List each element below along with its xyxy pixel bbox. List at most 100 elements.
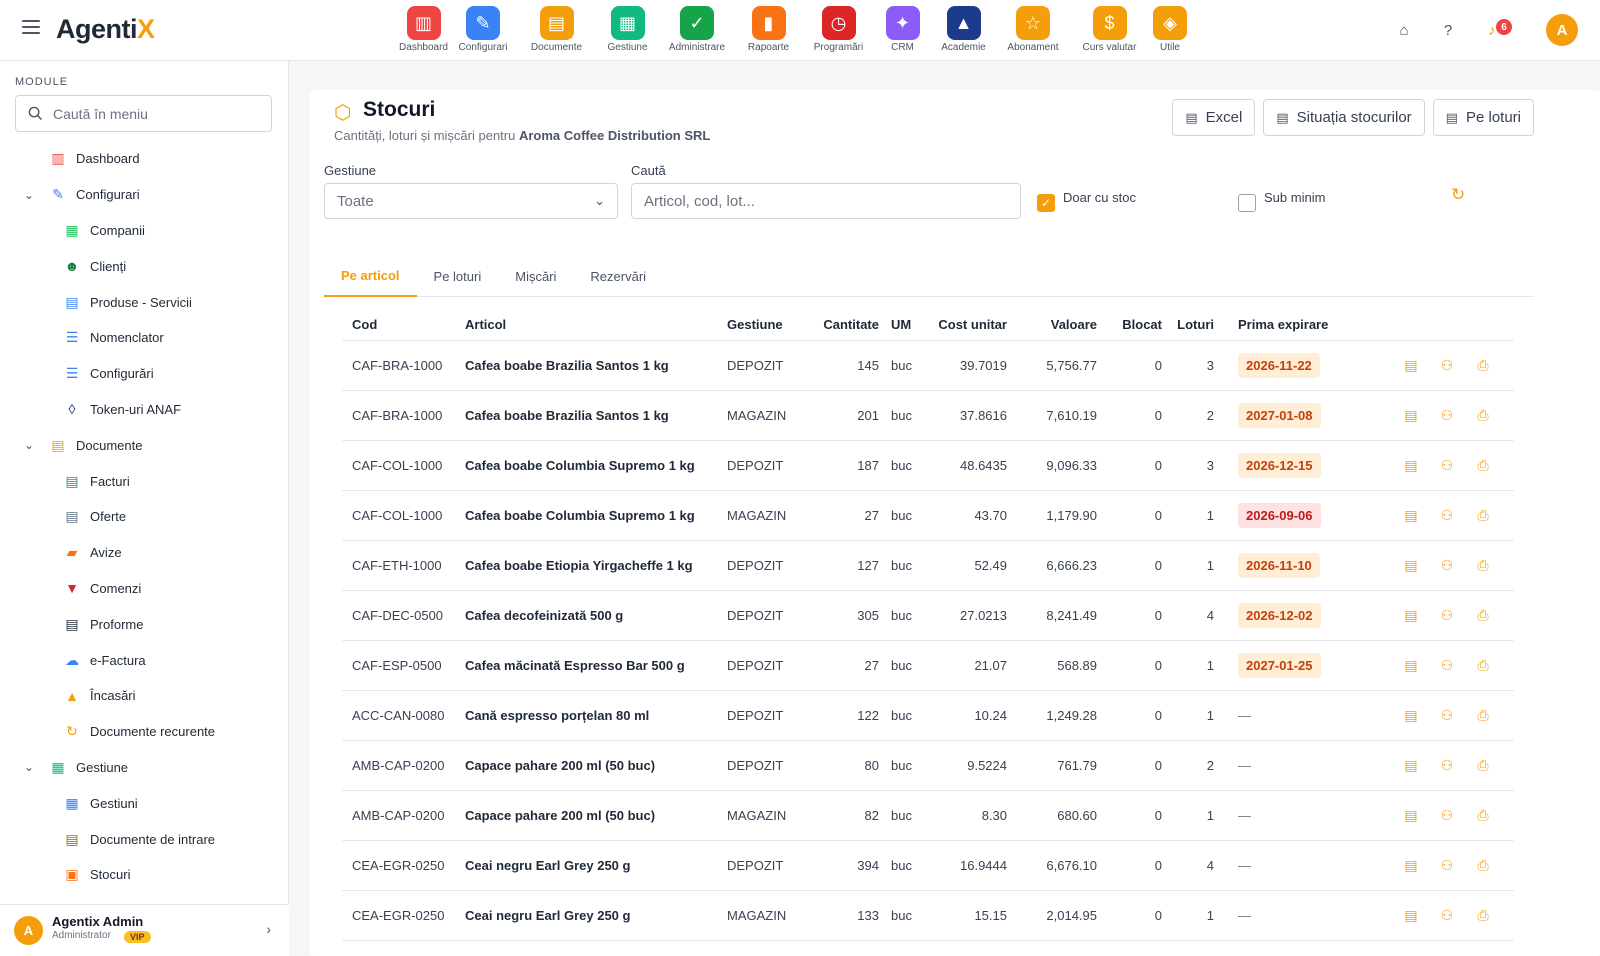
- chevron-down-icon[interactable]: ⌄: [24, 760, 34, 774]
- lots-tree-icon[interactable]: ⚇: [1438, 657, 1456, 674]
- print-icon[interactable]: ⎙: [1474, 607, 1492, 624]
- module-documente[interactable]: ▤ Documente: [521, 6, 592, 56]
- user-avatar[interactable]: A: [1546, 14, 1578, 46]
- help-icon[interactable]: ?: [1438, 20, 1458, 40]
- lots-tree-icon[interactable]: ⚇: [1438, 757, 1456, 774]
- sidebar-item-facturi[interactable]: ▤ Facturi: [0, 463, 289, 499]
- table-row[interactable]: CAF-BRA-1000 Cafea boabe Brazilia Santos …: [342, 390, 1514, 441]
- print-icon[interactable]: ⎙: [1474, 657, 1492, 674]
- sidebar-item-produse-servicii[interactable]: ▤ Produse - Servicii: [0, 284, 289, 320]
- table-row[interactable]: ACC-CAN-0080 Cană espresso porțelan 80 ml…: [342, 690, 1514, 741]
- sidebar-search-input[interactable]: [53, 105, 253, 122]
- print-icon[interactable]: ⎙: [1474, 857, 1492, 874]
- module-gestiune[interactable]: ▦ Gestiune: [596, 6, 659, 56]
- table-row[interactable]: CAF-DEC-0500 Cafea decofeinizată 500 g DEP…: [342, 590, 1514, 641]
- excel-button[interactable]: ▤ Excel: [1172, 99, 1256, 136]
- print-icon[interactable]: ⎙: [1474, 407, 1492, 424]
- sidebar-item-configurari[interactable]: ⌄ ✎ Configurari: [0, 177, 289, 213]
- home-icon[interactable]: ⌂: [1394, 20, 1414, 40]
- details-card-icon[interactable]: ▤: [1402, 757, 1420, 774]
- tab-mișcări[interactable]: Mișcări: [498, 255, 573, 297]
- col-valoare[interactable]: Valoare: [1007, 310, 1097, 341]
- sidebar-item-companii[interactable]: ▦ Companii: [0, 213, 289, 249]
- col-cost-unitar[interactable]: Cost unitar: [936, 310, 1007, 341]
- details-card-icon[interactable]: ▤: [1402, 657, 1420, 674]
- details-card-icon[interactable]: ▤: [1402, 357, 1420, 374]
- lots-tree-icon[interactable]: ⚇: [1438, 807, 1456, 824]
- module-dashboard[interactable]: ▥ Dashboard: [399, 6, 448, 56]
- below-min-checkbox[interactable]: [1238, 194, 1256, 212]
- sidebar-item-încasări[interactable]: ▲ Încasări: [0, 678, 289, 714]
- module-academie[interactable]: ▲ Academie: [934, 6, 993, 56]
- col-cantitate[interactable]: Cantitate: [819, 310, 879, 341]
- col-cod[interactable]: Cod: [342, 310, 465, 341]
- print-icon[interactable]: ⎙: [1474, 357, 1492, 374]
- module-curs-valutar[interactable]: $ Curs valutar: [1073, 6, 1146, 56]
- tab-pe-loturi[interactable]: Pe loturi: [417, 255, 499, 297]
- module-abonament[interactable]: ☆ Abonament: [997, 6, 1069, 56]
- details-card-icon[interactable]: ▤: [1402, 507, 1420, 524]
- lots-tree-icon[interactable]: ⚇: [1438, 857, 1456, 874]
- col-articol[interactable]: Articol: [465, 310, 727, 341]
- tab-rezervări[interactable]: Rezervări: [573, 255, 663, 297]
- brand-logo[interactable]: AgentiX: [56, 14, 155, 45]
- print-icon[interactable]: ⎙: [1474, 907, 1492, 924]
- details-card-icon[interactable]: ▤: [1402, 407, 1420, 424]
- refresh-icon[interactable]: ↻: [1451, 185, 1465, 205]
- module-utile[interactable]: ◈ Utile: [1150, 6, 1190, 56]
- sidebar-user-card[interactable]: A Agentix Admin Administrator VIP ›: [0, 904, 289, 956]
- col-blocat[interactable]: Blocat: [1097, 310, 1162, 341]
- print-icon[interactable]: ⎙: [1474, 557, 1492, 574]
- chevron-down-icon[interactable]: ⌄: [24, 438, 34, 452]
- table-row[interactable]: CAF-ETH-1000 Cafea boabe Etiopia Yirgache…: [342, 540, 1514, 591]
- table-row[interactable]: CAF-BRA-1000 Cafea boabe Brazilia Santos …: [342, 340, 1514, 391]
- tab-pe-articol[interactable]: Pe articol: [324, 255, 417, 297]
- bell-icon[interactable]: ♪ 6: [1482, 19, 1512, 40]
- module-crm[interactable]: ✦ CRM: [875, 6, 930, 56]
- stock-report-button[interactable]: ▤ Situația stocurilor: [1263, 99, 1425, 136]
- sidebar-item-documente-de-intrare[interactable]: ▤ Documente de intrare: [0, 821, 289, 857]
- lots-tree-icon[interactable]: ⚇: [1438, 907, 1456, 924]
- sidebar-item-documente[interactable]: ⌄ ▤ Documente: [0, 427, 289, 463]
- lots-tree-icon[interactable]: ⚇: [1438, 507, 1456, 524]
- table-row[interactable]: CEA-EGR-0250 Ceai negru Earl Grey 250 g MA…: [342, 890, 1514, 941]
- hamburger-menu-icon[interactable]: [22, 20, 40, 34]
- sidebar-item-stocuri[interactable]: ▣ Stocuri: [0, 857, 289, 893]
- print-icon[interactable]: ⎙: [1474, 507, 1492, 524]
- details-card-icon[interactable]: ▤: [1402, 557, 1420, 574]
- col-um[interactable]: UM: [879, 310, 936, 341]
- sidebar-item-configurări[interactable]: ☰ Configurări: [0, 356, 289, 392]
- sidebar-item-e-factura[interactable]: ☁ e-Factura: [0, 642, 289, 678]
- sidebar-item-documente-recurente[interactable]: ↻ Documente recurente: [0, 714, 289, 750]
- sidebar-item-avize[interactable]: ▰ Avize: [0, 535, 289, 571]
- lots-tree-icon[interactable]: ⚇: [1438, 407, 1456, 424]
- col-loturi[interactable]: Loturi: [1162, 310, 1214, 341]
- module-programări[interactable]: ◷ Programări: [806, 6, 871, 56]
- table-row[interactable]: CEA-EGR-0250 Ceai negru Earl Grey 250 g DE…: [342, 840, 1514, 891]
- sidebar-item-gestiune[interactable]: ⌄ ▦ Gestiune: [0, 750, 289, 786]
- print-icon[interactable]: ⎙: [1474, 757, 1492, 774]
- sidebar-item-token-uri-anaf[interactable]: ◊ Token-uri ANAF: [0, 392, 289, 428]
- chevron-down-icon[interactable]: ⌄: [24, 188, 34, 202]
- details-card-icon[interactable]: ▤: [1402, 607, 1420, 624]
- module-rapoarte[interactable]: ▮ Rapoarte: [735, 6, 802, 56]
- col-prima-expirare[interactable]: Prima expirare: [1214, 310, 1340, 341]
- sidebar-item-nomenclator[interactable]: ☰ Nomenclator: [0, 320, 289, 356]
- table-row[interactable]: CAF-COL-1000 Cafea boabe Columbia Supremo…: [342, 440, 1514, 491]
- table-row[interactable]: AMB-CAP-0200 Capace pahare 200 ml (50 buc…: [342, 740, 1514, 791]
- details-card-icon[interactable]: ▤: [1402, 457, 1420, 474]
- sidebar-item-gestiuni[interactable]: ▦ Gestiuni: [0, 785, 289, 821]
- only-stock-checkbox[interactable]: ✓: [1037, 194, 1055, 212]
- table-row[interactable]: CAF-ESP-0500 Cafea măcinată Espresso Bar …: [342, 640, 1514, 691]
- gestiune-select[interactable]: Toate ⌄: [324, 183, 618, 219]
- table-row[interactable]: CAF-COL-1000 Cafea boabe Columbia Supremo…: [342, 490, 1514, 541]
- module-configurari[interactable]: ✎ Configurari: [449, 6, 517, 56]
- lots-tree-icon[interactable]: ⚇: [1438, 707, 1456, 724]
- lots-report-button[interactable]: ▤ Pe loturi: [1432, 99, 1534, 136]
- print-icon[interactable]: ⎙: [1474, 707, 1492, 724]
- sidebar-item-comenzi[interactable]: ▼ Comenzi: [0, 571, 289, 607]
- module-administrare[interactable]: ✓ Administrare: [663, 6, 731, 56]
- print-icon[interactable]: ⎙: [1474, 807, 1492, 824]
- sidebar-item-proforme[interactable]: ▤ Proforme: [0, 606, 289, 642]
- lots-tree-icon[interactable]: ⚇: [1438, 357, 1456, 374]
